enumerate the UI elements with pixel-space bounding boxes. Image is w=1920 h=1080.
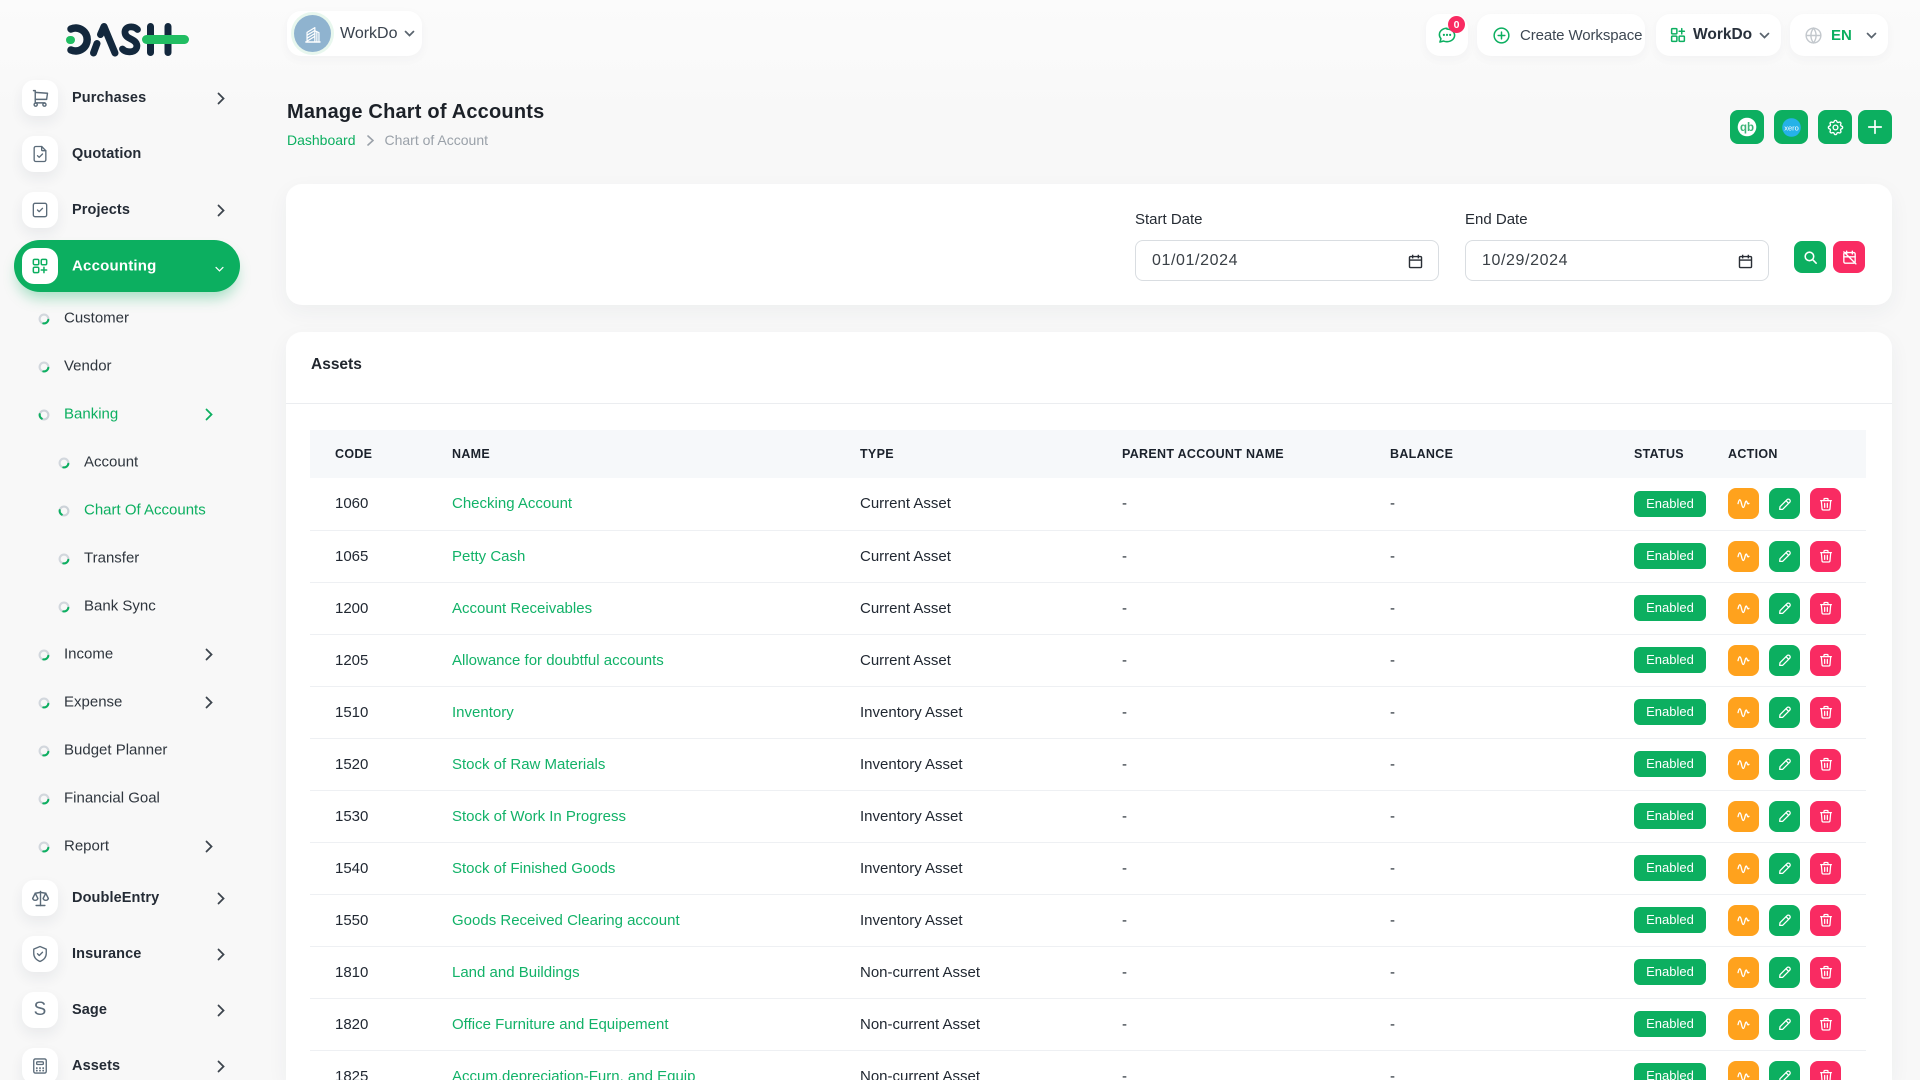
svg-text:xero: xero	[1784, 123, 1799, 132]
svg-text:qb: qb	[1740, 122, 1754, 134]
